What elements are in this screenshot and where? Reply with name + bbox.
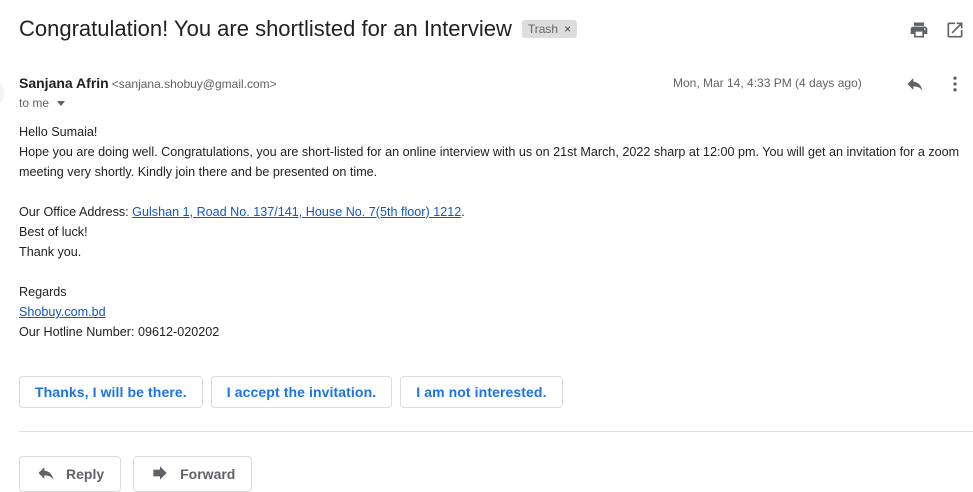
thread-toolbar bbox=[909, 20, 965, 40]
smart-replies: Thanks, I will be there. I accept the in… bbox=[19, 376, 563, 408]
side-tab-marker bbox=[0, 78, 4, 108]
email-subject: Congratulation! You are shortlisted for … bbox=[19, 16, 512, 41]
reply-icon[interactable] bbox=[905, 74, 925, 94]
label-chip-trash[interactable]: Trash × bbox=[521, 20, 578, 38]
reply-button[interactable]: Reply bbox=[19, 456, 122, 492]
body-luck: Best of luck! bbox=[19, 225, 88, 239]
recipient-text: to me bbox=[19, 96, 50, 110]
forward-button[interactable]: Forward bbox=[133, 456, 253, 492]
body-website-line: Shobuy.com.bd bbox=[19, 302, 964, 322]
body-thanks: Thank you. bbox=[19, 245, 82, 259]
recipient-dropdown[interactable]: to me bbox=[19, 96, 66, 110]
reply-icon bbox=[36, 463, 56, 486]
open-in-new-window-icon[interactable] bbox=[945, 20, 965, 40]
smart-reply-button[interactable]: I accept the invitation. bbox=[210, 376, 393, 408]
sender-name[interactable]: Sanjana Afrin bbox=[19, 75, 109, 91]
forward-label: Forward bbox=[180, 466, 236, 482]
reply-label: Reply bbox=[66, 466, 105, 482]
email-date: Mon, Mar 14, 4:33 PM (4 days ago) bbox=[673, 76, 862, 90]
body-greeting: Hello Sumaia! bbox=[19, 125, 98, 139]
chevron-down-icon[interactable] bbox=[57, 100, 66, 106]
smart-reply-button[interactable]: Thanks, I will be there. bbox=[19, 376, 203, 408]
bottom-actions: Reply Forward bbox=[19, 456, 253, 492]
body-paragraph: Hope you are doing well. Congratulations… bbox=[19, 145, 960, 179]
website-link[interactable]: Shobuy.com.bd bbox=[19, 305, 106, 319]
subject-row: Congratulation! You are shortlisted for … bbox=[19, 16, 578, 42]
smart-reply-button[interactable]: I am not interested. bbox=[400, 376, 563, 408]
body-address-line: Our Office Address: Gulshan 1, Road No. … bbox=[19, 202, 964, 222]
body-regards: Regards bbox=[19, 285, 67, 299]
sender-email: <sanjana.shobuy@gmail.com> bbox=[111, 77, 277, 91]
print-icon[interactable] bbox=[909, 20, 929, 40]
email-body: Hello Sumaia! Hope you are doing well. C… bbox=[19, 122, 964, 342]
message-actions bbox=[905, 74, 965, 94]
remove-label-icon[interactable]: × bbox=[564, 22, 571, 36]
more-vertical-icon[interactable] bbox=[945, 74, 965, 94]
forward-icon bbox=[150, 463, 170, 486]
label-chip-text: Trash bbox=[527, 22, 559, 36]
address-link[interactable]: Gulshan 1, Road No. 137/141, House No. 7… bbox=[132, 205, 461, 219]
address-label: Our Office Address: bbox=[19, 205, 133, 219]
divider bbox=[19, 431, 973, 432]
address-end: . bbox=[461, 205, 465, 219]
body-hotline: Our Hotline Number: 09612-020202 bbox=[19, 325, 220, 339]
